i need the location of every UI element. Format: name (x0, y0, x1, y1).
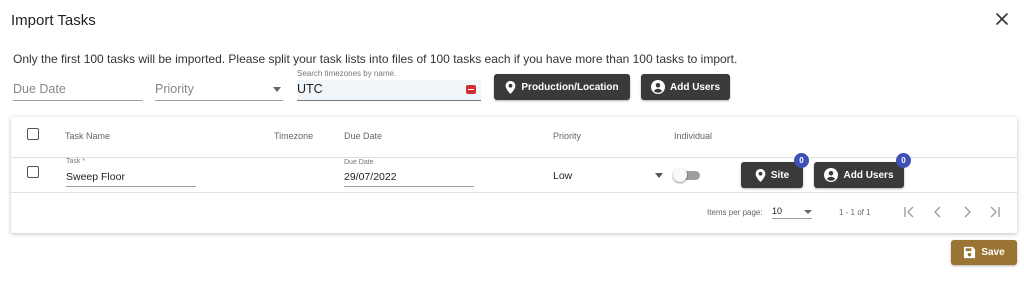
add-users-button[interactable]: Add Users (641, 74, 730, 100)
chevron-down-icon (273, 87, 281, 92)
due-date-field[interactable]: Due Date (13, 80, 143, 101)
timezone-label: Search timezones by name. (297, 69, 397, 78)
add-users-label: Add Users (669, 81, 720, 93)
timezone-flag-icon (466, 85, 476, 94)
dialog-title: Import Tasks (11, 12, 96, 29)
header-individual: Individual (674, 131, 713, 141)
chevron-down-icon[interactable] (655, 173, 663, 178)
location-pin-icon (506, 80, 516, 94)
site-count-badge: 0 (794, 153, 809, 168)
toggle-knob (673, 168, 687, 182)
users-count-badge: 0 (896, 153, 911, 168)
task-name-value: Sweep Floor (66, 171, 125, 183)
chevron-down-icon (804, 210, 812, 214)
header-timezone: Timezone (274, 131, 314, 141)
next-page-icon[interactable] (960, 205, 974, 219)
priority-value[interactable]: Low (553, 170, 572, 182)
row-add-users-button[interactable]: Add Users (814, 162, 904, 188)
site-button-label: Site (770, 169, 790, 181)
due-date-placeholder: Due Date (13, 82, 66, 96)
site-button[interactable]: Site (741, 162, 803, 188)
header-task-name: Task Name (65, 131, 111, 141)
last-page-icon[interactable] (988, 205, 1002, 219)
timezone-value: UTC (297, 82, 323, 96)
first-page-icon[interactable] (902, 205, 916, 219)
items-per-page-select[interactable]: 10 (772, 206, 812, 219)
tasks-table: Task Name Timezone Due Date Priority Ind… (11, 117, 1017, 233)
task-name-input[interactable]: Sweep Floor (66, 171, 196, 187)
row-divider (11, 192, 1017, 193)
previous-page-icon[interactable] (931, 205, 945, 219)
items-per-page-label: Items per page: (707, 208, 763, 217)
production-location-label: Production/Location (521, 81, 619, 93)
due-date-field-label: Due Date (344, 159, 374, 166)
task-field-label: Task * (66, 158, 86, 165)
production-location-button[interactable]: Production/Location (494, 74, 630, 100)
account-circle-icon (824, 168, 839, 182)
due-date-input[interactable]: 29/07/2022 (344, 171, 474, 187)
save-button[interactable]: Save (951, 240, 1017, 265)
header-due-date: Due Date (344, 131, 383, 141)
due-date-value: 29/07/2022 (344, 171, 397, 183)
save-icon (964, 246, 976, 259)
header-divider (11, 157, 1017, 158)
header-priority: Priority (553, 131, 582, 141)
save-label: Save (981, 247, 1005, 258)
close-icon[interactable] (993, 10, 1011, 28)
items-per-page-value: 10 (772, 206, 783, 216)
import-limit-note: Only the first 100 tasks will be importe… (13, 52, 738, 66)
row-add-users-label: Add Users (843, 169, 894, 181)
individual-toggle[interactable] (673, 168, 700, 182)
row-checkbox[interactable] (27, 166, 39, 178)
priority-placeholder: Priority (155, 82, 194, 96)
priority-select[interactable]: Priority (155, 80, 283, 101)
location-pin-icon (755, 168, 766, 182)
select-all-checkbox[interactable] (27, 128, 39, 140)
account-circle-icon (650, 80, 665, 94)
timezone-input[interactable]: UTC (297, 80, 481, 101)
page-range: 1 - 1 of 1 (839, 208, 871, 217)
